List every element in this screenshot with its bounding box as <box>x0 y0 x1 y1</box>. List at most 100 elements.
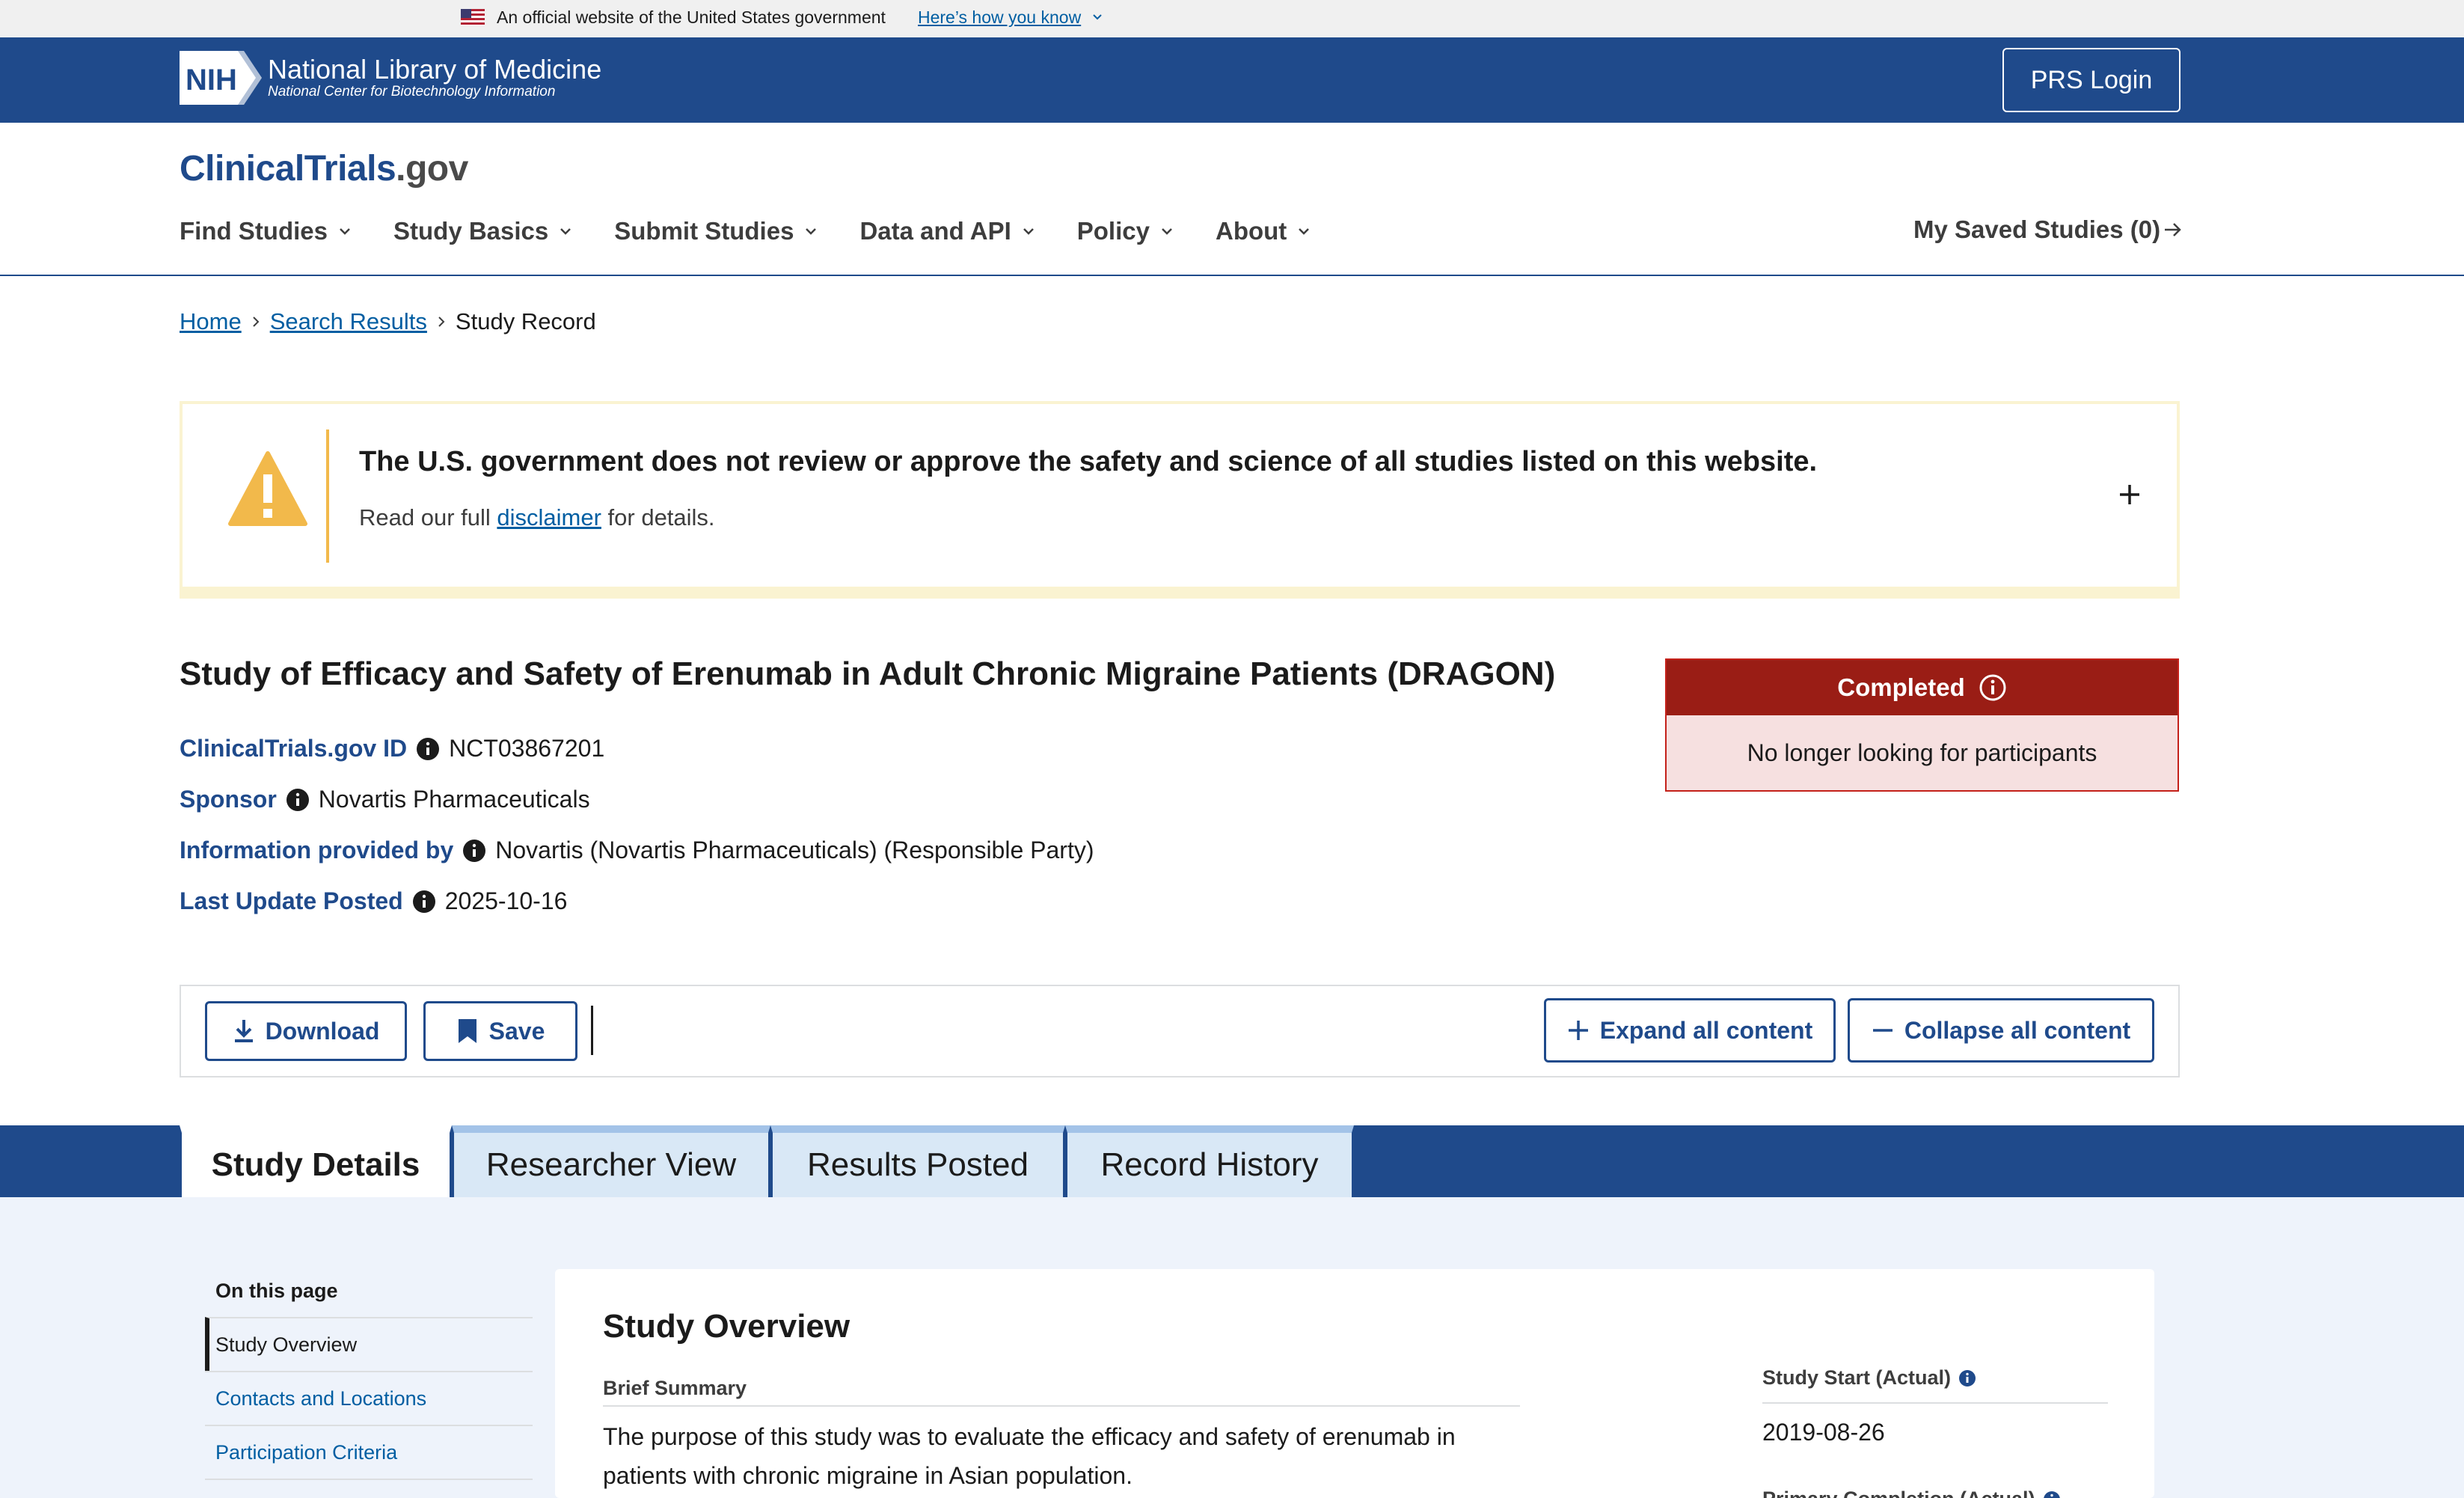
nav-policy[interactable]: Policy <box>1077 213 1174 250</box>
fact-label: Sponsor <box>180 786 277 813</box>
disclaimer-accent-bar <box>326 429 329 563</box>
info-icon[interactable] <box>2043 1491 2061 1498</box>
us-flag-icon <box>461 9 485 25</box>
nav-submit-studies[interactable]: Submit Studies <box>614 213 818 250</box>
saved-studies-label: My Saved Studies (0) <box>1913 215 2161 243</box>
disclaimer-body: The U.S. government does not review or a… <box>183 404 2177 587</box>
nav-label: Study Basics <box>393 217 549 245</box>
status-description: No longer looking for participants <box>1747 739 2097 766</box>
study-title: Study of Efficacy and Safety of Erenumab… <box>180 655 1556 692</box>
info-icon[interactable] <box>1979 673 2007 702</box>
study-toolbar: Download Save Expand all content Collaps… <box>180 985 2180 1077</box>
on-this-page-item[interactable]: Study Overview <box>205 1317 533 1371</box>
minus-icon <box>1872 1029 1893 1032</box>
nih-logo-text: NIH <box>186 64 237 97</box>
primary-completion-label-text: Primary Completion (Actual) <box>1762 1488 2035 1498</box>
nav-label: Find Studies <box>180 217 328 245</box>
nav-label: About <box>1215 217 1287 245</box>
chevron-down-icon <box>806 228 817 235</box>
disclaimer-text-after: for details. <box>601 504 715 531</box>
study-start-divider <box>1762 1402 2108 1404</box>
study-start-label-text: Study Start (Actual) <box>1762 1366 1952 1389</box>
tab-results-posted[interactable]: Results Posted <box>770 1125 1065 1197</box>
save-button[interactable]: Save <box>423 1001 577 1061</box>
chevron-right-icon <box>252 317 260 327</box>
on-this-page-item[interactable]: Contacts and Locations <box>205 1371 533 1425</box>
fact-label: ClinicalTrials.gov ID <box>180 735 408 762</box>
info-icon[interactable] <box>416 737 440 761</box>
info-icon[interactable] <box>1958 1369 1976 1387</box>
nav-label: Data and API <box>859 217 1011 245</box>
nav-about[interactable]: About <box>1216 213 1311 250</box>
expand-all-button[interactable]: Expand all content <box>1544 998 1836 1063</box>
disclaimer-link[interactable]: disclaimer <box>497 504 601 531</box>
breadcrumb-home[interactable]: Home <box>180 308 242 335</box>
chevron-down-icon <box>1299 228 1310 235</box>
study-overview-title: Study Overview <box>603 1308 851 1345</box>
fact-sponsor: Sponsor Novartis Pharmaceuticals <box>180 786 590 813</box>
nav-divider <box>0 275 2464 276</box>
chevron-right-icon <box>438 317 445 327</box>
status-label: Completed <box>1837 673 1965 701</box>
status-badge: Completed <box>1667 660 2178 715</box>
expand-plus-icon[interactable] <box>2117 482 2142 507</box>
tab-researcher-view[interactable]: Researcher View <box>452 1125 770 1197</box>
nav-find-studies[interactable]: Find Studies <box>180 213 352 250</box>
fact-last-update-posted: Last Update Posted 2025-10-16 <box>180 887 567 915</box>
recruitment-status-box: Completed No longer looking for particip… <box>1665 658 2179 792</box>
breadcrumb-search-results[interactable]: Search Results <box>270 308 427 335</box>
arrow-right-icon <box>2165 223 2181 236</box>
breadcrumb-current: Study Record <box>455 308 596 334</box>
disclaimer-text: Read our full disclaimer for details. <box>359 504 715 531</box>
bookmark-icon <box>458 1019 476 1043</box>
fact-label: Information provided by <box>180 837 454 863</box>
how-you-know-link[interactable]: Here’s how you know <box>918 7 1081 28</box>
fact-label: Last Update Posted <box>180 887 403 914</box>
expand-all-label: Expand all content <box>1599 1016 1813 1044</box>
info-icon[interactable] <box>286 788 310 812</box>
fact-nct-id: ClinicalTrials.gov ID NCT03867201 <box>180 735 604 762</box>
info-icon[interactable] <box>462 839 486 863</box>
collapse-all-button[interactable]: Collapse all content <box>1848 998 2154 1063</box>
official-website-text: An official website of the United States… <box>497 7 886 27</box>
chevron-down-icon <box>340 228 350 235</box>
on-this-page-nav: Study Overview Contacts and Locations Pa… <box>205 1317 533 1498</box>
save-label: Save <box>488 1017 545 1045</box>
ncbi-subtitle: National Center for Biotechnology Inform… <box>268 84 556 100</box>
brief-summary-label: Brief Summary <box>603 1377 747 1399</box>
logo-main: ClinicalTrials <box>180 149 396 189</box>
nav-data-and-api[interactable]: Data and API <box>859 213 1035 250</box>
logo-suffix: .gov <box>396 149 468 189</box>
tab-record-history[interactable]: Record History <box>1065 1125 1354 1197</box>
nih-logo-icon[interactable]: NIH <box>180 51 262 105</box>
study-start-value: 2019-08-26 <box>1762 1419 1885 1446</box>
chevron-down-icon <box>1162 228 1172 235</box>
fact-value: Novartis Pharmaceuticals <box>318 786 590 813</box>
nih-header: NIH National Library of Medicine Nationa… <box>0 37 2464 123</box>
nav-label: Policy <box>1076 217 1150 245</box>
download-icon <box>234 1020 253 1042</box>
info-icon[interactable] <box>412 890 436 914</box>
clinicaltrials-logo[interactable]: ClinicalTrials.gov <box>180 148 468 189</box>
primary-completion-label: Primary Completion (Actual) <box>1762 1488 2061 1498</box>
chevron-down-icon <box>1023 228 1034 235</box>
fact-value: NCT03867201 <box>449 735 605 762</box>
my-saved-studies-link[interactable]: My Saved Studies (0) <box>1913 215 2183 244</box>
on-this-page-title: On this page <box>215 1280 338 1302</box>
study-overview-card: Study Overview Brief Summary The purpose… <box>555 1269 2154 1498</box>
nlm-title[interactable]: National Library of Medicine <box>268 54 601 85</box>
on-this-page-item[interactable]: Participation Criteria <box>205 1425 533 1479</box>
main-nav: Find Studies Study Basics Submit Studies… <box>180 213 1352 250</box>
disclaimer-alert: The U.S. government does not review or a… <box>180 401 2180 599</box>
fact-value: Novartis (Novartis Pharmaceuticals) (Res… <box>495 837 1094 863</box>
fact-information-provided-by: Information provided by Novartis (Novart… <box>180 837 1094 864</box>
breadcrumb: Home Search Results Study Record <box>180 308 596 335</box>
chevron-down-icon[interactable] <box>1092 12 1103 22</box>
warning-icon <box>228 451 307 526</box>
disclaimer-title: The U.S. government does not review or a… <box>359 446 1818 477</box>
collapse-all-label: Collapse all content <box>1904 1016 2131 1044</box>
prs-login-button[interactable]: PRS Login <box>2002 48 2180 112</box>
tab-study-details[interactable]: Study Details <box>180 1125 452 1197</box>
download-button[interactable]: Download <box>205 1001 407 1061</box>
nav-study-basics[interactable]: Study Basics <box>393 213 572 250</box>
